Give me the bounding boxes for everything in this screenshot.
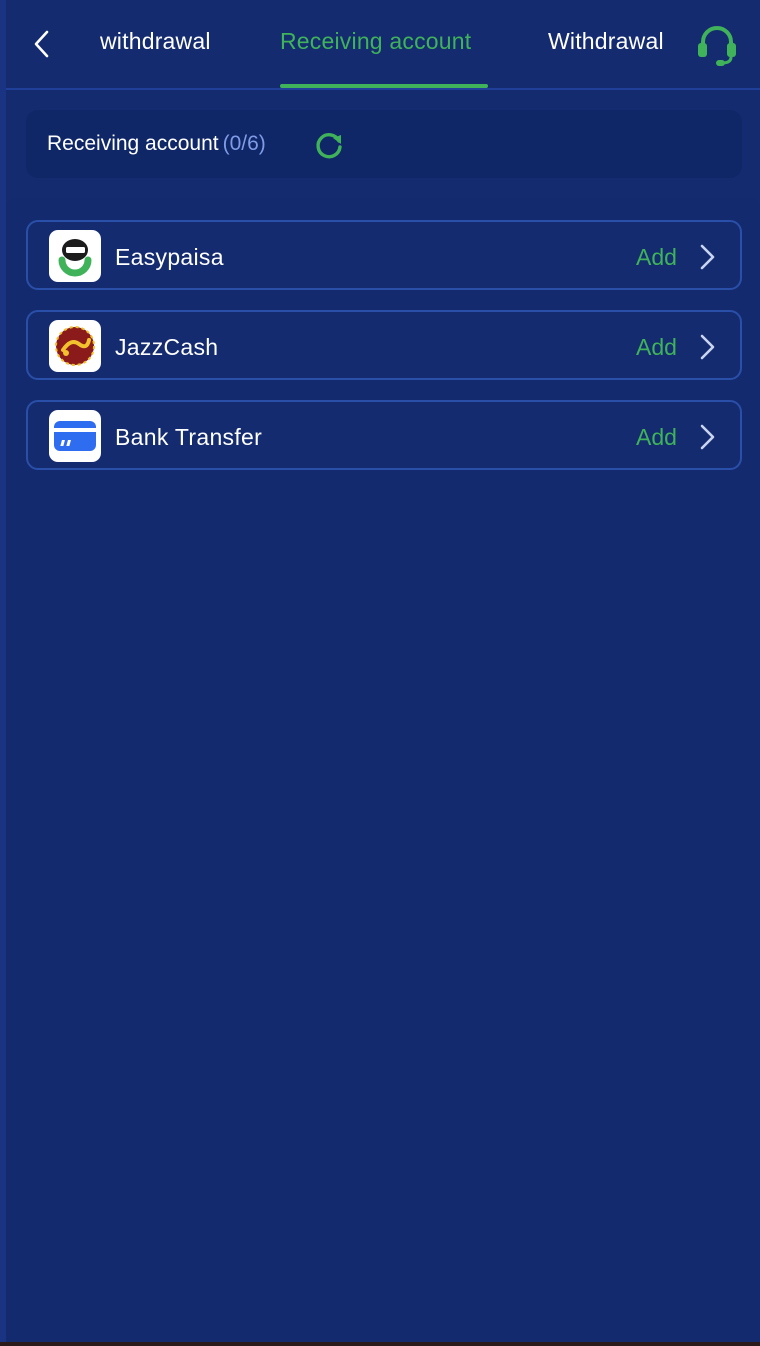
tab-withdrawal-records[interactable]: Withdrawal: [548, 28, 672, 55]
summary-title: Receiving account: [47, 132, 219, 155]
chevron-left-icon: [34, 30, 49, 58]
customer-support-button[interactable]: [694, 22, 740, 68]
chevron-right-icon: [700, 334, 715, 360]
add-button[interactable]: Add: [636, 424, 677, 451]
top-nav-bar: withdrawal Receiving account Withdrawal: [6, 0, 760, 90]
chevron-right-icon: [700, 244, 715, 270]
method-item-easypaisa[interactable]: Easypaisa Add: [26, 220, 742, 290]
add-button[interactable]: Add: [636, 334, 677, 361]
easypaisa-logo: [49, 230, 101, 282]
bottom-edge: [0, 1342, 760, 1346]
tab-receiving-account[interactable]: Receiving account: [280, 28, 471, 55]
summary-label: Receiving account (0/6): [47, 132, 266, 156]
headset-icon: [698, 26, 736, 66]
refresh-icon: [316, 133, 342, 159]
screen-frame: withdrawal Receiving account Withdrawal …: [0, 0, 760, 1346]
active-tab-indicator: [280, 84, 488, 88]
method-name: Bank Transfer: [115, 424, 263, 450]
method-name: JazzCash: [115, 334, 219, 360]
bank-card-icon: [49, 410, 101, 462]
tab-withdrawal[interactable]: withdrawal: [100, 28, 211, 55]
refresh-button[interactable]: [313, 129, 345, 161]
chevron-right-icon: [700, 424, 715, 450]
method-item-bank-transfer[interactable]: Bank Transfer Add: [26, 400, 742, 470]
account-count: (0/6): [222, 132, 266, 155]
add-button[interactable]: Add: [636, 244, 677, 271]
app-container: withdrawal Receiving account Withdrawal …: [6, 0, 760, 1342]
back-button[interactable]: [26, 26, 56, 62]
payment-method-list: Easypaisa Add JazzCash Add Bank Transfer…: [6, 198, 760, 1342]
method-item-jazzcash[interactable]: JazzCash Add: [26, 310, 742, 380]
jazzcash-logo: [49, 320, 101, 372]
receiving-account-summary: Receiving account (0/6): [26, 110, 742, 178]
method-name: Easypaisa: [115, 244, 224, 270]
